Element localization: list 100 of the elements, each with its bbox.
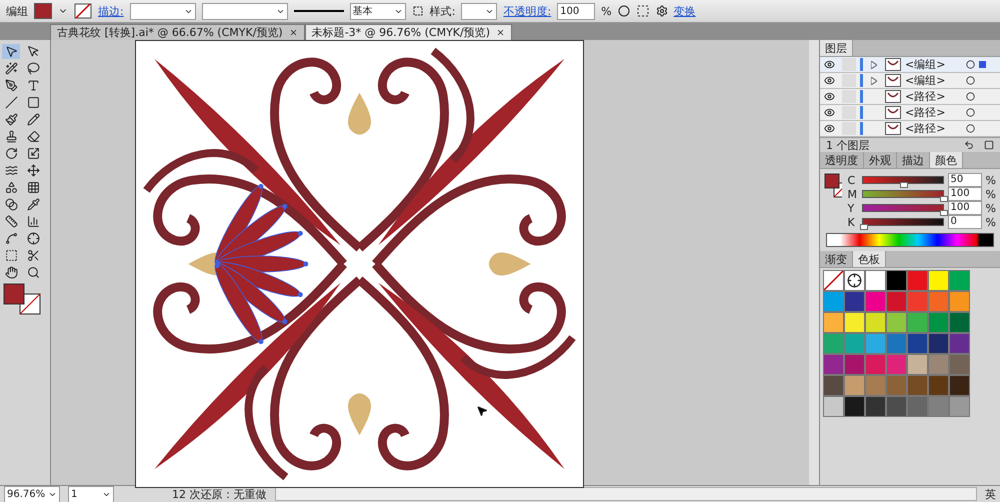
color-swatch[interactable] xyxy=(844,312,865,333)
color-swatch[interactable] xyxy=(844,354,865,375)
isolate-icon[interactable] xyxy=(656,5,668,17)
color-swatch[interactable] xyxy=(823,354,844,375)
channel-value-field[interactable]: 50 xyxy=(948,173,982,187)
color-swatch[interactable] xyxy=(907,312,928,333)
opacity-link[interactable]: 不透明度: xyxy=(503,4,552,18)
visibility-icon[interactable] xyxy=(824,91,834,102)
layer-row[interactable]: <编组> xyxy=(820,73,1000,89)
vertical-scrollbar[interactable] xyxy=(809,40,819,485)
color-swatch[interactable] xyxy=(949,312,970,333)
color-swatch[interactable] xyxy=(907,396,928,417)
fill-stroke-icon[interactable] xyxy=(2,282,42,316)
visibility-icon[interactable] xyxy=(824,123,834,134)
artboard-dropdown[interactable]: 1 xyxy=(68,486,114,502)
align-stroke-icon[interactable] xyxy=(412,5,424,17)
color-swatch[interactable] xyxy=(928,312,949,333)
color-swatch[interactable] xyxy=(949,396,970,417)
color-swatch[interactable] xyxy=(928,396,949,417)
ime-mode-label[interactable]: 英 xyxy=(985,486,996,502)
recolor-icon[interactable] xyxy=(618,5,630,17)
style-label: 样式: xyxy=(430,4,456,18)
color-swatch[interactable] xyxy=(886,312,907,333)
color-swatch[interactable] xyxy=(928,354,949,375)
visibility-icon[interactable] xyxy=(824,75,834,86)
none-swatch[interactable] xyxy=(823,270,844,291)
brush-definition-dropdown[interactable]: 基本 xyxy=(350,2,406,20)
layer-name: <编组> xyxy=(905,57,946,72)
panel-tab[interactable]: 透明度 xyxy=(820,152,864,168)
color-swatch[interactable] xyxy=(928,375,949,396)
color-swatch[interactable] xyxy=(865,333,886,354)
locate-object-icon[interactable] xyxy=(964,140,974,150)
fill-swatch[interactable] xyxy=(34,3,52,19)
layer-row[interactable]: <路径> xyxy=(820,121,1000,137)
color-swatch[interactable] xyxy=(865,396,886,417)
channel-value-field[interactable]: 0 xyxy=(948,215,982,229)
panel-tab[interactable]: 外观 xyxy=(864,152,897,168)
color-swatch[interactable] xyxy=(823,291,844,312)
color-swatch[interactable] xyxy=(949,375,970,396)
registration-swatch[interactable] xyxy=(844,270,865,291)
zoom-dropdown[interactable]: 96.76% xyxy=(4,486,60,502)
stroke-swatch-icon[interactable] xyxy=(74,3,92,19)
document-tab[interactable]: 古典花纹 [转换].ai* @ 66.67% (CMYK/预览) xyxy=(50,24,305,40)
color-swatch[interactable] xyxy=(928,270,949,291)
layer-thumbnail-icon xyxy=(885,106,901,119)
layers-tab[interactable]: 图层 xyxy=(820,40,853,56)
color-swatch[interactable] xyxy=(907,291,928,312)
color-swatch[interactable] xyxy=(865,291,886,312)
color-swatch[interactable] xyxy=(823,396,844,417)
channel-label: C xyxy=(848,174,856,186)
color-swatch[interactable] xyxy=(949,291,970,312)
color-swatch[interactable] xyxy=(823,333,844,354)
color-swatch[interactable] xyxy=(823,312,844,333)
color-swatch[interactable] xyxy=(907,354,928,375)
visibility-icon[interactable] xyxy=(824,107,834,118)
layer-row[interactable]: <路径> xyxy=(820,89,1000,105)
color-swatch[interactable] xyxy=(928,333,949,354)
color-swatch[interactable] xyxy=(949,333,970,354)
color-swatch[interactable] xyxy=(844,291,865,312)
transform-link[interactable]: 变换 xyxy=(674,4,696,18)
color-swatch[interactable] xyxy=(844,396,865,417)
color-swatch[interactable] xyxy=(865,375,886,396)
panel-tab[interactable]: 颜色 xyxy=(930,152,963,168)
stroke-weight-field[interactable] xyxy=(130,2,196,20)
visibility-icon[interactable] xyxy=(824,59,834,70)
channel-value-field[interactable]: 100 xyxy=(948,187,982,201)
close-icon[interactable] xyxy=(288,28,298,37)
percent-label: % xyxy=(986,188,996,200)
color-swatch[interactable] xyxy=(886,333,907,354)
opacity-field[interactable]: 100 xyxy=(557,2,596,20)
document-tab[interactable]: 未标题-3* @ 96.76% (CMYK/预览) xyxy=(304,24,512,40)
color-swatch[interactable] xyxy=(886,354,907,375)
color-swatch[interactable] xyxy=(949,270,970,291)
color-swatch[interactable] xyxy=(823,375,844,396)
color-swatch[interactable] xyxy=(865,354,886,375)
percent-label: % xyxy=(986,202,996,214)
color-swatch[interactable] xyxy=(865,270,886,291)
channel-value-field[interactable]: 100 xyxy=(948,201,982,215)
color-swatch[interactable] xyxy=(886,396,907,417)
color-swatch[interactable] xyxy=(949,354,970,375)
color-swatch[interactable] xyxy=(886,270,907,291)
align-icon[interactable] xyxy=(636,4,650,18)
color-swatch[interactable] xyxy=(907,375,928,396)
color-spectrum-bar[interactable] xyxy=(826,233,994,247)
close-icon[interactable] xyxy=(496,28,505,37)
layer-name: <路径> xyxy=(905,89,946,104)
new-layer-icon[interactable] xyxy=(984,140,994,150)
horizontal-scrollbar[interactable] xyxy=(274,487,977,501)
panel-tab[interactable]: 色板 xyxy=(853,251,886,267)
color-swatch[interactable] xyxy=(886,375,907,396)
color-swatch[interactable] xyxy=(928,291,949,312)
color-swatch[interactable] xyxy=(844,333,865,354)
color-swatch[interactable] xyxy=(907,270,928,291)
layer-row[interactable]: <路径> xyxy=(820,105,1000,121)
color-swatch[interactable] xyxy=(886,291,907,312)
layer-row[interactable]: <编组> xyxy=(820,57,1000,73)
color-swatch[interactable] xyxy=(907,333,928,354)
stroke-link[interactable]: 描边: xyxy=(98,4,124,18)
color-swatch[interactable] xyxy=(844,375,865,396)
color-swatch[interactable] xyxy=(865,312,886,333)
